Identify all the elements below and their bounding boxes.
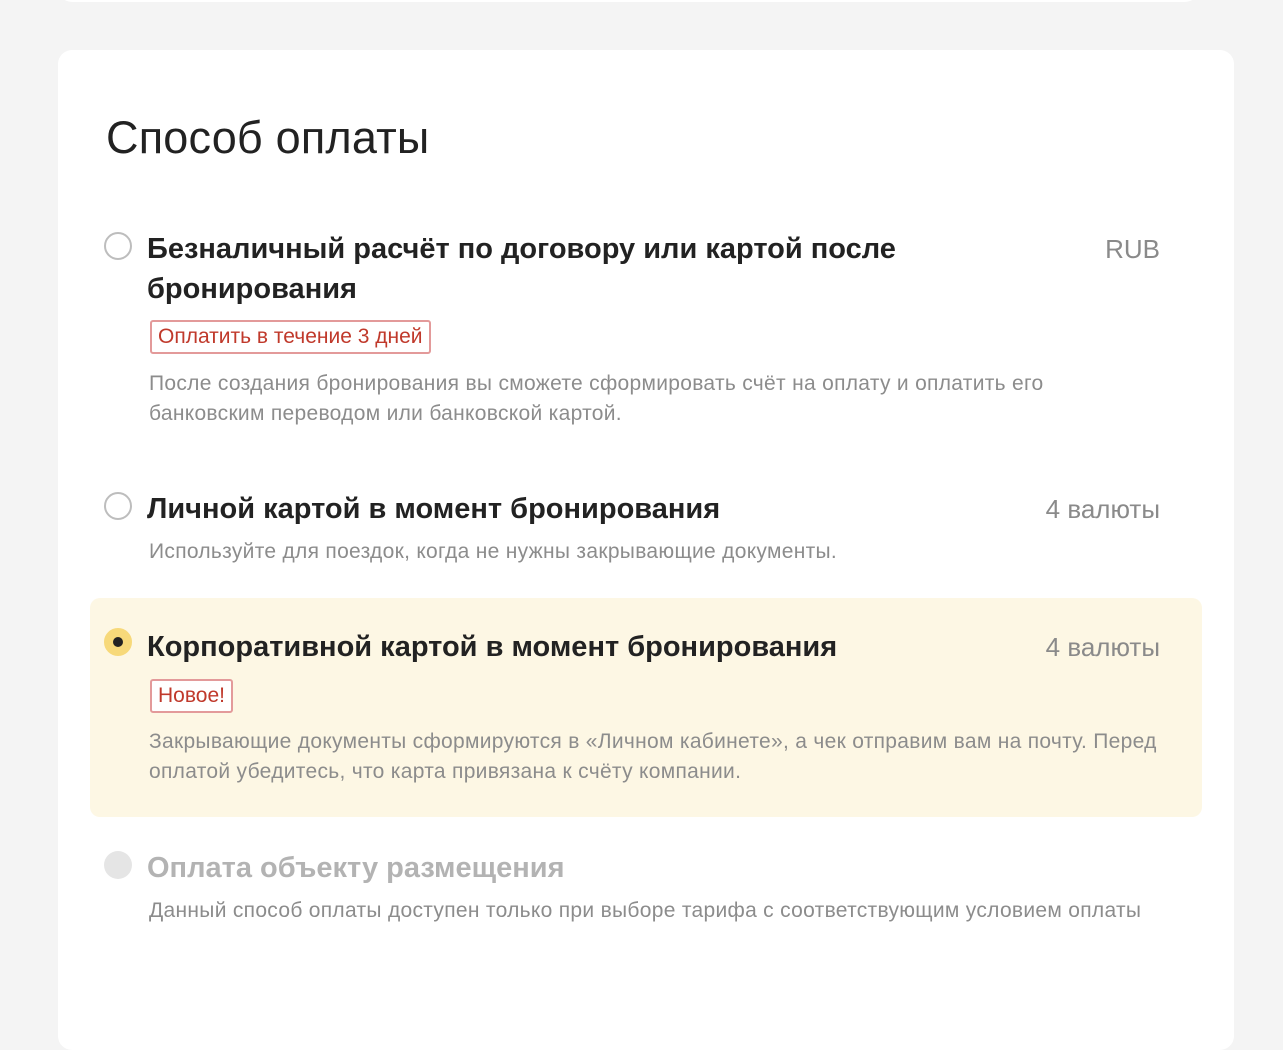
radio-button-property-disabled bbox=[104, 851, 132, 879]
radio-button-personal-card[interactable] bbox=[104, 492, 132, 520]
option-currency: RUB bbox=[1105, 234, 1160, 264]
new-badge: Новое! bbox=[150, 679, 233, 713]
option-title: Безналичный расчёт по договору или карто… bbox=[147, 233, 896, 305]
option-description: Используйте для поездок, когда не нужны … bbox=[149, 540, 838, 563]
payment-method-panel: Способ оплаты Безналичный расчёт по дого… bbox=[58, 50, 1234, 1050]
section-title: Способ оплаты bbox=[106, 112, 430, 163]
option-title: Личной картой в момент бронирования bbox=[147, 493, 721, 525]
option-description: Закрывающие документы сформируются в «Ли… bbox=[149, 730, 1157, 783]
option-description: Данный способ оплаты доступен только при… bbox=[149, 899, 1142, 922]
option-currency: 4 валюты bbox=[1045, 632, 1160, 662]
payment-option-bank-transfer[interactable]: Безналичный расчёт по договору или карто… bbox=[90, 226, 1202, 436]
payment-option-personal-card[interactable]: Личной картой в момент бронирования 4 ва… bbox=[90, 486, 1202, 586]
previous-card bbox=[58, 0, 1199, 2]
option-title: Корпоративной картой в момент бронирован… bbox=[147, 631, 838, 663]
option-title: Оплата объекту размещения bbox=[147, 852, 565, 884]
option-description: После создания бронирования вы сможете с… bbox=[149, 372, 1044, 425]
deadline-badge: Оплатить в течение 3 дней bbox=[150, 320, 431, 354]
payment-option-corporate-card[interactable]: Корпоративной картой в момент бронирован… bbox=[90, 598, 1202, 817]
radio-button-corporate-card[interactable] bbox=[104, 628, 132, 656]
payment-option-property: Оплата объекту размещения Данный способ … bbox=[90, 846, 1202, 966]
radio-button-bank-transfer[interactable] bbox=[104, 232, 132, 260]
option-currency: 4 валюты bbox=[1045, 494, 1160, 524]
